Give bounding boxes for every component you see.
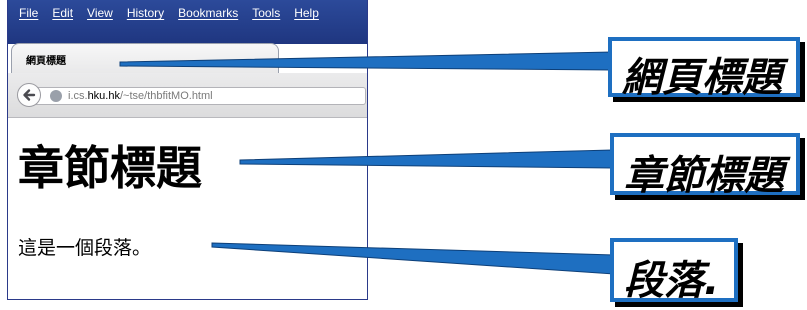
callout-heading-label: 章節標題	[624, 153, 784, 199]
callout-paragraph-label: 段落.	[624, 258, 720, 304]
connector-heading	[239, 149, 613, 169]
callout-page-title-label: 網頁標題	[622, 55, 782, 101]
callout-paragraph: 段落.	[610, 238, 738, 304]
connector-title	[119, 51, 613, 71]
connector-paragraph	[211, 242, 615, 275]
callout-heading: 章節標題	[610, 133, 800, 199]
callout-page-title: 網頁標題	[608, 37, 800, 101]
